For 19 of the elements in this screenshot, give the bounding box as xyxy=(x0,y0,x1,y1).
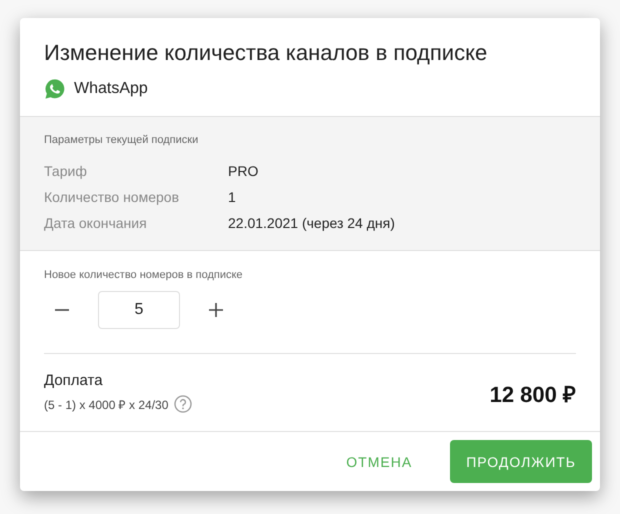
param-label: Количество номеров xyxy=(44,188,180,207)
continue-button[interactable]: ПРОДОЛЖИТЬ xyxy=(450,440,592,483)
field-label: Новое количество номеров в подписке xyxy=(44,269,244,281)
chat-bubble-icon xyxy=(44,78,66,100)
cancel-button[interactable]: ОТМЕНА xyxy=(330,440,428,483)
section-heading: Параметры текущей подписки xyxy=(44,134,200,146)
param-label: Тариф xyxy=(44,162,88,181)
plus-icon[interactable] xyxy=(208,302,224,318)
dialog-title: Изменение количества каналов в подписке xyxy=(44,40,488,66)
param-label: Дата окончания xyxy=(44,214,148,233)
help-icon[interactable] xyxy=(174,395,192,413)
param-value: 1 xyxy=(228,188,236,207)
payment-formula: (5 - 1) x 4000 ₽ x 24/30 xyxy=(44,396,168,412)
channel-name: WhatsApp xyxy=(74,80,148,98)
param-value: 22.01.2021 (через 24 дня) xyxy=(228,214,395,233)
payment-label: Доплата xyxy=(44,372,104,389)
payment-amount: 12 800 ₽ xyxy=(490,380,576,408)
param-value: PRO xyxy=(228,162,258,181)
quantity-field[interactable]: 5 xyxy=(98,291,180,329)
